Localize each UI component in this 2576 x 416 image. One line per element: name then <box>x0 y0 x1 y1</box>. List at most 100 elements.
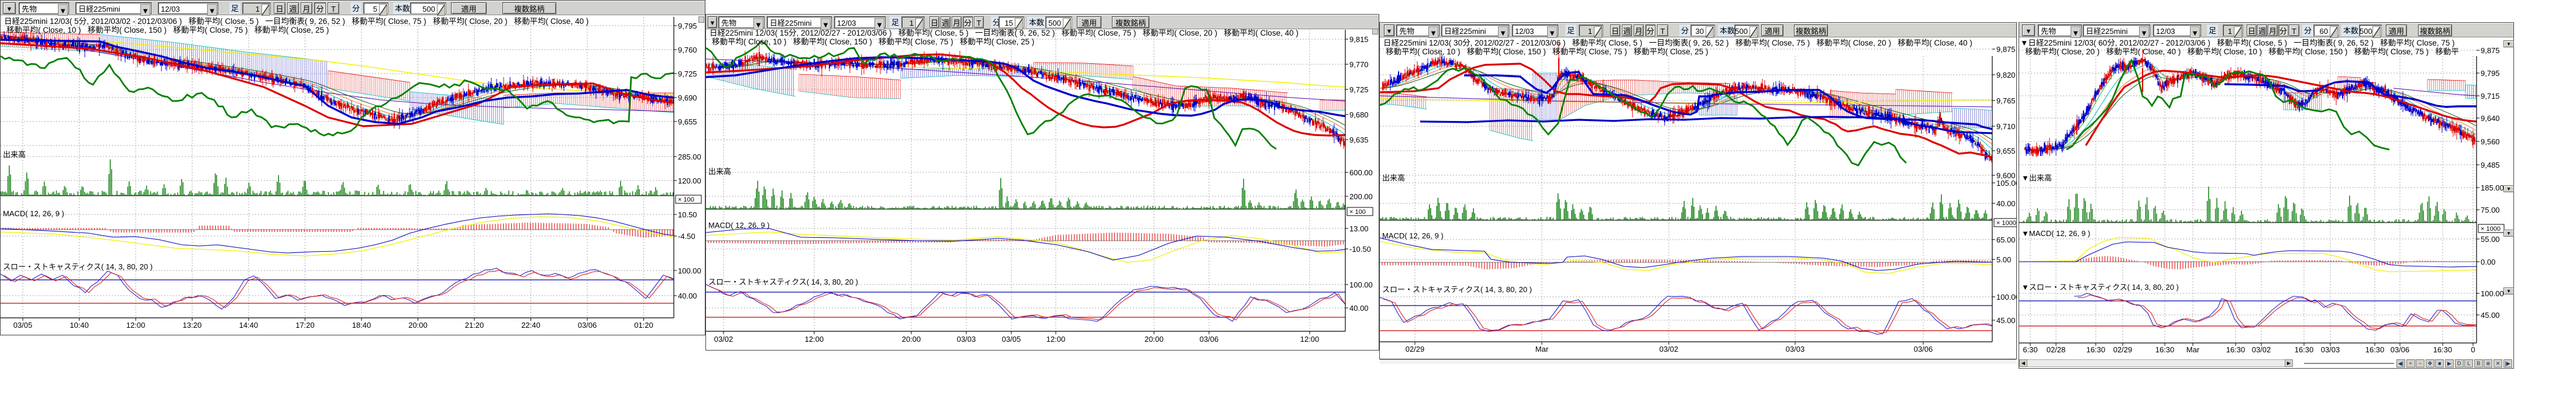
svg-text:20:00: 20:00 <box>408 319 428 330</box>
svg-text:9,875: 9,875 <box>1996 43 2016 54</box>
svg-text:Mar: Mar <box>1535 343 1549 354</box>
svg-text:▼出来高: ▼出来高 <box>2021 172 2052 183</box>
svg-text:100.00: 100.00 <box>2481 287 2504 299</box>
svg-text:100.00: 100.00 <box>1996 291 2017 302</box>
svg-text:40.00: 40.00 <box>1349 302 1369 313</box>
svg-text:75.00: 75.00 <box>2481 204 2500 215</box>
svg-text:出来高: 出来高 <box>3 148 26 160</box>
svg-text:0: 0 <box>2471 344 2475 355</box>
svg-text:03/03: 03/03 <box>957 333 976 344</box>
svg-text:10:40: 10:40 <box>70 319 89 330</box>
svg-text:9,725: 9,725 <box>678 68 697 79</box>
svg-text:12:00: 12:00 <box>126 319 146 330</box>
svg-text:16:30: 16:30 <box>2433 344 2453 355</box>
svg-text:02/29: 02/29 <box>1406 343 1425 354</box>
svg-text:9,765: 9,765 <box>1996 95 2016 106</box>
svg-text:移動平均( Close, 10 ) 移動平均( Clos: 移動平均( Close, 10 ) 移動平均( Close, 150 ) 移動平… <box>712 35 1034 47</box>
svg-text:16:30: 16:30 <box>2086 344 2106 355</box>
svg-text:移動平均( Close, 10 ) 移動平均( Clos: 移動平均( Close, 10 ) 移動平均( Close, 150 ) 移動平… <box>1386 45 1708 57</box>
svg-text:9,760: 9,760 <box>678 44 697 55</box>
svg-text:スロー・ストキャスティクス( 14, 3, 80, 20 ): スロー・ストキャスティクス( 14, 3, 80, 20 ) <box>1382 283 1532 294</box>
svg-text:9,795: 9,795 <box>678 20 697 31</box>
svg-text:14:40: 14:40 <box>239 319 259 330</box>
svg-text:9,820: 9,820 <box>1996 69 2016 80</box>
svg-text:03/06: 03/06 <box>1914 343 1933 354</box>
svg-text:出来高: 出来高 <box>708 165 731 176</box>
svg-text:20:00: 20:00 <box>902 333 921 344</box>
svg-text:22:40: 22:40 <box>521 319 540 330</box>
svg-text:9,710: 9,710 <box>1996 120 2016 131</box>
svg-text:03/02: 03/02 <box>2252 344 2271 355</box>
svg-text:9,560: 9,560 <box>2481 136 2500 147</box>
svg-text:10.50: 10.50 <box>678 209 697 220</box>
svg-text:65.00: 65.00 <box>1996 234 2016 245</box>
svg-text:× 1000: × 1000 <box>1996 218 2016 227</box>
svg-text:9,635: 9,635 <box>1349 134 1369 145</box>
svg-text:Mar: Mar <box>2186 344 2200 355</box>
svg-text:03/06: 03/06 <box>578 319 597 330</box>
svg-text:01:20: 01:20 <box>634 319 653 330</box>
svg-text:12:00: 12:00 <box>1046 333 1066 344</box>
svg-text:21:20: 21:20 <box>465 319 484 330</box>
svg-text:02/28: 02/28 <box>2047 344 2066 355</box>
svg-text:03/02: 03/02 <box>1659 343 1679 354</box>
svg-text:5.00: 5.00 <box>1996 254 2011 265</box>
svg-text:移動平均( Close, 10 ) 移動平均( Clos: 移動平均( Close, 10 ) 移動平均( Close, 150 ) 移動平… <box>6 23 329 35</box>
svg-text:12:00: 12:00 <box>805 333 824 344</box>
svg-text:▼MACD( 12, 26, 9 ): ▼MACD( 12, 26, 9 ) <box>2021 227 2091 238</box>
svg-text:105.00: 105.00 <box>1996 177 2017 188</box>
svg-text:9,655: 9,655 <box>678 116 697 127</box>
svg-text:200.00: 200.00 <box>1349 190 1373 202</box>
svg-text:0.00: 0.00 <box>2481 256 2495 267</box>
svg-text:9,770: 9,770 <box>1349 58 1369 70</box>
svg-text:移動平均( Close, 20 ) 移動平均( Clos: 移動平均( Close, 20 ) 移動平均( Close, 40 ) 移動平均… <box>2025 45 2459 57</box>
svg-text:03/03: 03/03 <box>2321 344 2340 355</box>
svg-text:03/06: 03/06 <box>2391 344 2410 355</box>
svg-text:03/03: 03/03 <box>1786 343 1805 354</box>
svg-text:03/05: 03/05 <box>1002 333 1021 344</box>
svg-text:9,485: 9,485 <box>2481 159 2500 170</box>
svg-text:9,640: 9,640 <box>2481 112 2500 123</box>
svg-text:13.00: 13.00 <box>1349 223 1369 234</box>
svg-text:▼スロー・ストキャスティクス( 14, 3, 80, 20: ▼スロー・ストキャスティクス( 14, 3, 80, 20 ) <box>2021 281 2179 292</box>
svg-text:9,875: 9,875 <box>2481 44 2500 56</box>
svg-text:16:30: 16:30 <box>2155 344 2175 355</box>
svg-text:6:30: 6:30 <box>2023 344 2037 355</box>
svg-text:20:00: 20:00 <box>1145 333 1164 344</box>
svg-text:100.00: 100.00 <box>1349 279 1373 290</box>
svg-text:45.00: 45.00 <box>2481 309 2500 320</box>
svg-text:× 100: × 100 <box>1349 207 1366 216</box>
svg-text:スロー・ストキャスティクス( 14, 3, 80, 20 ): スロー・ストキャスティクス( 14, 3, 80, 20 ) <box>708 276 858 287</box>
svg-text:-10.50: -10.50 <box>1349 243 1371 254</box>
svg-text:12:00: 12:00 <box>1300 333 1320 344</box>
svg-text:MACD( 12, 26, 9 ): MACD( 12, 26, 9 ) <box>1382 230 1444 241</box>
svg-text:× 100: × 100 <box>678 195 694 204</box>
svg-text:17:20: 17:20 <box>295 319 315 330</box>
svg-text:9,690: 9,690 <box>678 92 697 103</box>
svg-text:03/02: 03/02 <box>714 333 733 344</box>
svg-text:-4.50: -4.50 <box>678 230 695 241</box>
svg-text:9,815: 9,815 <box>1349 33 1369 44</box>
svg-text:03/05: 03/05 <box>13 319 33 330</box>
svg-text:100.00: 100.00 <box>678 265 701 276</box>
svg-text:40.00: 40.00 <box>1996 197 2016 209</box>
svg-text:9,795: 9,795 <box>2481 67 2500 78</box>
svg-text:16:30: 16:30 <box>2295 344 2314 355</box>
svg-text:× 1000: × 1000 <box>2481 224 2501 233</box>
svg-text:18:40: 18:40 <box>352 319 371 330</box>
svg-text:9,655: 9,655 <box>1996 145 2016 156</box>
svg-text:03/06: 03/06 <box>1200 333 1219 344</box>
svg-text:02/29: 02/29 <box>2113 344 2133 355</box>
svg-text:285.00: 285.00 <box>678 151 701 162</box>
svg-text:出来高: 出来高 <box>1382 172 1405 183</box>
svg-text:120.00: 120.00 <box>678 175 701 186</box>
svg-text:600.00: 600.00 <box>1349 167 1373 178</box>
svg-text:スロー・ストキャスティクス( 14, 3, 80, 20 ): スロー・ストキャスティクス( 14, 3, 80, 20 ) <box>3 261 153 272</box>
svg-text:13:20: 13:20 <box>182 319 202 330</box>
svg-text:55.00: 55.00 <box>2481 233 2500 244</box>
svg-text:MACD( 12, 26, 9 ): MACD( 12, 26, 9 ) <box>3 207 64 219</box>
svg-text:16:30: 16:30 <box>2365 344 2385 355</box>
svg-text:MACD( 12, 26, 9 ): MACD( 12, 26, 9 ) <box>708 219 770 230</box>
svg-text:45.00: 45.00 <box>1996 314 2016 325</box>
svg-text:40.00: 40.00 <box>678 290 697 301</box>
